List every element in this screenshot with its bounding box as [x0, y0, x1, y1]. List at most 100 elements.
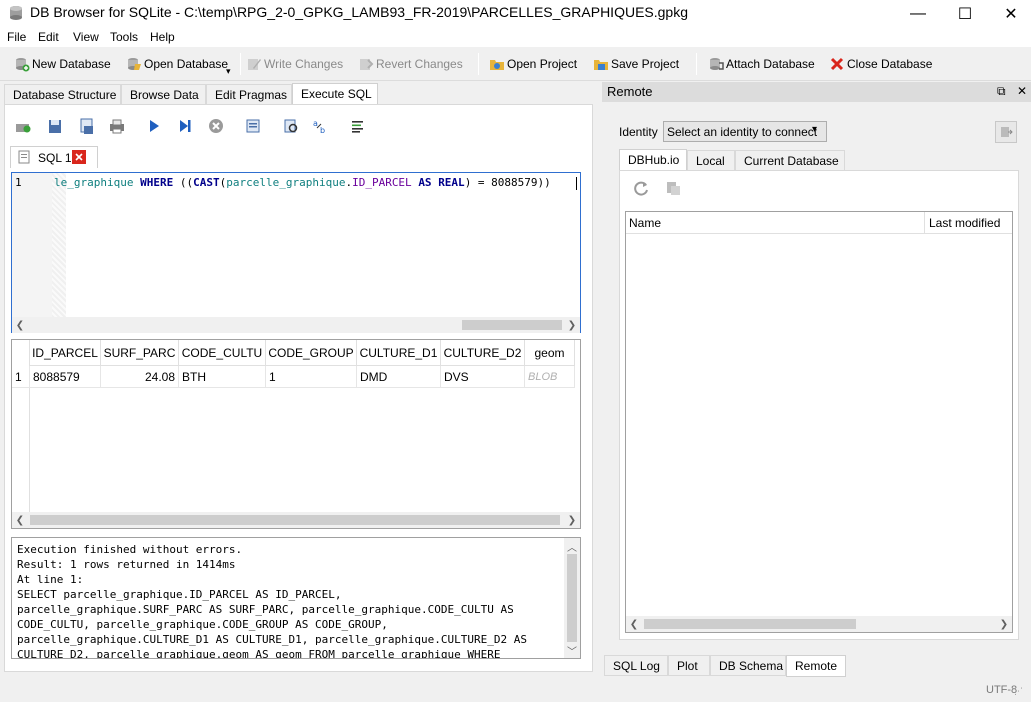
tab-local[interactable]: Local	[687, 150, 735, 171]
code-token: ((	[173, 176, 194, 189]
grid-horizontal-scrollbar[interactable]: ❮ ❯	[12, 512, 580, 528]
column-header-code-cultu[interactable]: CODE_CULTU	[179, 340, 266, 366]
minimize-button[interactable]: —	[895, 0, 941, 27]
open-database-icon	[126, 56, 142, 72]
execute-current-line-icon[interactable]	[176, 117, 194, 135]
attach-database-button[interactable]: Attach Database	[708, 54, 815, 74]
open-database-button[interactable]: Open Database	[126, 54, 228, 74]
close-window-button[interactable]: ✕	[988, 0, 1031, 27]
tab-sql-log[interactable]: SQL Log	[604, 655, 668, 676]
open-project-button[interactable]: Open Project	[489, 54, 577, 74]
open-database-dropdown[interactable]: ▾	[226, 61, 231, 81]
results-grid[interactable]: ID_PARCEL SURF_PARC CODE_CULTU CODE_GROUP CU…	[11, 339, 581, 529]
close-database-label: Close Database	[847, 57, 933, 71]
clone-database-icon[interactable]	[664, 179, 682, 200]
close-tab-icon[interactable]	[72, 150, 86, 164]
remote-horizontal-scrollbar[interactable]: ❮ ❯	[626, 616, 1012, 632]
scroll-right-icon[interactable]: ❯	[564, 317, 580, 333]
scroll-right-icon[interactable]: ❯	[564, 512, 580, 528]
window-title: DB Browser for SQLite - C:\temp\RPG_2-0_…	[30, 4, 688, 20]
save-results-icon[interactable]	[245, 117, 263, 135]
scroll-left-icon[interactable]: ❮	[12, 512, 28, 528]
write-changes-button[interactable]: Write Changes	[246, 54, 343, 74]
table-cell[interactable]: BTH	[179, 366, 266, 388]
column-header-name[interactable]: Name	[629, 216, 661, 230]
menu-tools[interactable]: Tools	[110, 30, 138, 44]
tab-current-database[interactable]: Current Database	[735, 150, 845, 171]
column-header-culture-d2[interactable]: CULTURE_D2	[441, 340, 525, 366]
chevron-down-icon: ▾	[812, 124, 818, 135]
table-cell[interactable]: 8088579	[30, 366, 101, 388]
scrollbar-thumb[interactable]	[30, 515, 560, 525]
code-token: parcelle_graphique	[226, 176, 346, 189]
save-project-button[interactable]: Save Project	[593, 54, 679, 74]
save-sql-file-icon[interactable]	[78, 117, 96, 135]
find-text-icon[interactable]	[282, 117, 300, 135]
column-header-code-group[interactable]: CODE_GROUP	[266, 340, 357, 366]
tab-database-structure[interactable]: Database Structure	[4, 84, 121, 105]
menu-file[interactable]: File	[7, 30, 26, 44]
find-replace-icon[interactable]: ab	[312, 117, 330, 135]
remote-file-list[interactable]: Name Last modified ❮ ❯	[625, 211, 1013, 633]
sql-editor[interactable]: 1 le_graphique WHERE ((CAST(parcelle_gra…	[11, 172, 581, 333]
tab-dbhub[interactable]: DBHub.io	[619, 149, 687, 171]
column-header-surf-parc[interactable]: SURF_PARC	[101, 340, 179, 366]
float-dock-icon[interactable]: ⧉	[997, 84, 1006, 99]
identity-label: Identity	[619, 125, 658, 139]
column-header-last-modified[interactable]: Last modified	[929, 216, 1000, 230]
open-sql-file-icon[interactable]	[46, 117, 64, 135]
tab-plot[interactable]: Plot	[668, 655, 710, 676]
table-cell[interactable]: 24.08	[101, 366, 179, 388]
row-number[interactable]: 1	[12, 366, 30, 388]
scroll-right-icon[interactable]: ❯	[996, 616, 1012, 632]
scrollbar-thumb[interactable]	[462, 320, 562, 330]
table-cell[interactable]: BLOB	[525, 366, 575, 388]
resize-grip-icon[interactable]: ⋰	[1014, 686, 1023, 697]
editor-horizontal-scrollbar[interactable]: ❮ ❯	[12, 317, 580, 333]
scroll-left-icon[interactable]: ❮	[12, 317, 28, 333]
stop-execution-icon[interactable]	[207, 117, 225, 135]
table-cell[interactable]: DMD	[357, 366, 441, 388]
column-header-geom[interactable]: geom	[525, 340, 575, 366]
title-bar: DB Browser for SQLite - C:\temp\RPG_2-0_…	[0, 0, 1031, 27]
menu-edit[interactable]: Edit	[38, 30, 59, 44]
open-tab-icon[interactable]	[14, 117, 32, 135]
maximize-button[interactable]: ☐	[942, 0, 988, 27]
tab-browse-data[interactable]: Browse Data	[121, 84, 206, 105]
scroll-down-icon[interactable]: ﹀	[564, 642, 580, 658]
column-header-id-parcel[interactable]: ID_PARCEL	[30, 340, 101, 366]
scrollbar-thumb[interactable]	[567, 554, 577, 642]
push-database-button[interactable]	[995, 121, 1017, 143]
execute-all-icon[interactable]	[145, 117, 163, 135]
comment-lines-icon[interactable]	[349, 117, 367, 135]
execution-messages[interactable]: Execution finished without errors. Resul…	[11, 537, 581, 659]
scrollbar-thumb[interactable]	[644, 619, 856, 629]
refresh-icon[interactable]	[632, 179, 650, 200]
close-dock-icon[interactable]: ✕	[1017, 84, 1027, 98]
tab-db-schema[interactable]: DB Schema	[710, 655, 786, 676]
scroll-up-icon[interactable]: ︿	[564, 538, 580, 554]
sql-tab[interactable]: SQL 1	[10, 146, 98, 168]
revert-changes-button[interactable]: Revert Changes	[358, 54, 463, 74]
column-header-culture-d1[interactable]: CULTURE_D1	[357, 340, 441, 366]
code-token: REAL	[438, 176, 465, 189]
revert-changes-label: Revert Changes	[376, 57, 463, 71]
tab-remote[interactable]: Remote	[786, 655, 846, 677]
scroll-left-icon[interactable]: ❮	[626, 616, 642, 632]
tab-execute-sql[interactable]: Execute SQL	[292, 83, 378, 106]
table-cell[interactable]: 1	[266, 366, 357, 388]
identity-select[interactable]: Select an identity to connect ▾	[663, 121, 827, 142]
close-database-icon	[829, 56, 845, 72]
table-cell[interactable]: DVS	[441, 366, 525, 388]
code-token: AS	[418, 176, 432, 189]
sql-code-line: le_graphique WHERE ((CAST(parcelle_graph…	[54, 176, 551, 189]
print-icon[interactable]	[108, 117, 126, 135]
menu-help[interactable]: Help	[150, 30, 175, 44]
new-database-button[interactable]: New Database	[14, 54, 111, 74]
save-project-label: Save Project	[611, 57, 680, 71]
tab-edit-pragmas[interactable]: Edit Pragmas	[206, 84, 292, 105]
menu-view[interactable]: View	[73, 30, 99, 44]
messages-vertical-scrollbar[interactable]: ︿ ﹀	[564, 538, 580, 658]
attach-database-label: Attach Database	[726, 57, 815, 71]
close-database-button[interactable]: Close Database	[829, 54, 932, 74]
